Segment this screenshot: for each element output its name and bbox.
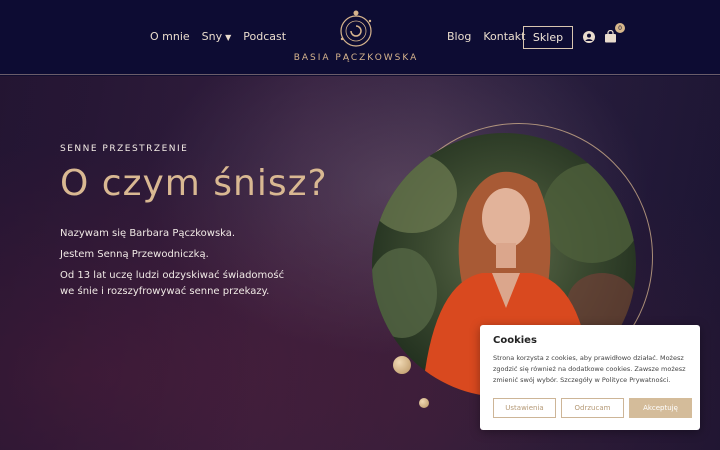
nav-sny-label: Sny (201, 30, 223, 43)
cookie-banner: Cookies Strona korzysta z cookies, aby p… (480, 325, 700, 430)
cookie-text: Strona korzysta z cookies, aby prawidłow… (493, 354, 686, 384)
user-icon[interactable] (583, 31, 595, 43)
hero-headline: O czym śnisz? (60, 163, 328, 204)
cookie-buttons: Ustawienia Odrzucam Akceptuję (493, 398, 692, 418)
hero-line-1: Nazywam się Barbara Pączkowska. (60, 228, 236, 239)
shop-button[interactable]: Sklep (523, 26, 573, 49)
nav-blog[interactable]: Blog (447, 30, 471, 43)
brand-name: BASIA PĄCZKOWSKA (293, 53, 419, 63)
chevron-down-icon: ▼ (225, 33, 232, 42)
nav-kontakt[interactable]: Kontakt (483, 30, 525, 43)
hero-line-2: Jestem Senną Przewodniczką. (60, 249, 209, 260)
logo-icon[interactable] (334, 7, 378, 51)
cookie-settings-button[interactable]: Ustawienia (493, 398, 556, 418)
site-header: O mnie Sny ▼ Podcast BASIA PĄCZKOWSKA Blo… (0, 0, 720, 75)
decorative-orb-small (419, 398, 429, 408)
nav-podcast[interactable]: Podcast (243, 30, 286, 43)
decorative-orb (393, 356, 411, 374)
hero-eyebrow: SENNE PRZESTRZENIE (60, 144, 189, 154)
nav-sny[interactable]: Sny ▼ (202, 30, 232, 43)
cookie-title: Cookies (493, 335, 537, 346)
cookie-accept-button[interactable]: Akceptuję (629, 398, 692, 418)
cookie-reject-button[interactable]: Odrzucam (561, 398, 624, 418)
cart-count-badge: 0 (615, 23, 625, 33)
nav-o-mnie[interactable]: O mnie (150, 30, 190, 43)
cart-icon[interactable] (604, 30, 617, 43)
nav-right: Blog Kontakt (447, 30, 525, 43)
nav-left: O mnie Sny ▼ Podcast (150, 30, 286, 43)
hero-line-3: Od 13 lat uczę ludzi odzyskiwać świadomo… (60, 270, 285, 297)
